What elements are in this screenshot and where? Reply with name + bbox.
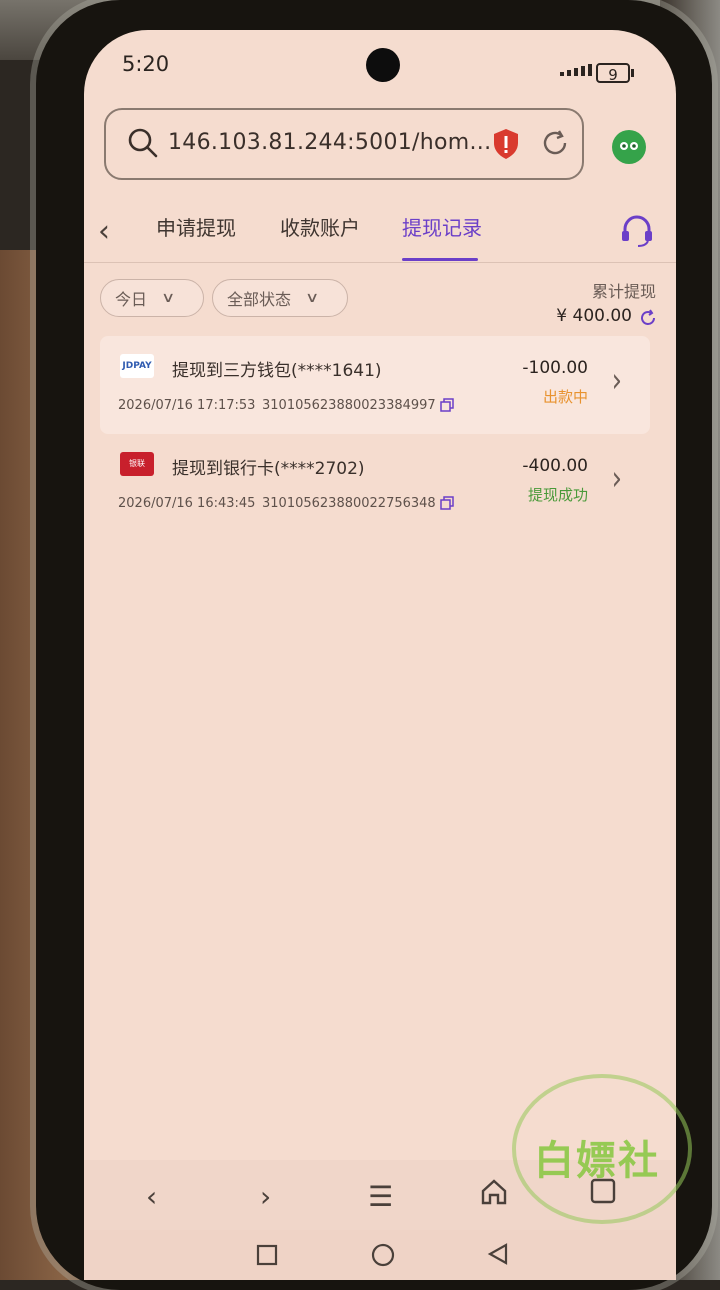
record-title: 提现到三方钱包(****1641) xyxy=(172,361,382,381)
tab-active-indicator xyxy=(402,258,478,261)
extension-icon[interactable] xyxy=(612,130,646,164)
chevron-down-icon: ∨ xyxy=(160,290,176,306)
record-datetime: 2026/07/16 16:43:45 xyxy=(118,496,256,511)
record-amount: -100.00 xyxy=(522,358,588,378)
chevron-right-icon[interactable]: › xyxy=(612,362,622,401)
battery-tip xyxy=(631,69,634,77)
home-icon[interactable] xyxy=(370,1242,396,1272)
browser-menu-icon[interactable]: ☰ xyxy=(368,1180,393,1213)
withdraw-record-row[interactable]: 银联 提现到银行卡(****2702) 2026/07/16 16:43:45 … xyxy=(100,434,650,532)
url-text[interactable]: 146.103.81.244:5001/hom... xyxy=(168,130,491,155)
withdraw-record-row[interactable]: JDPAY 提现到三方钱包(****1641) 2026/07/16 17:17… xyxy=(100,336,650,434)
browser-forward-icon[interactable]: › xyxy=(260,1180,271,1213)
tab-payee-accounts[interactable]: 收款账户 xyxy=(280,212,360,241)
chevron-right-icon[interactable]: › xyxy=(612,460,622,499)
unionpay-icon: 银联 xyxy=(120,452,154,476)
reload-icon[interactable] xyxy=(540,128,570,162)
copy-icon[interactable] xyxy=(440,397,454,416)
chevron-down-icon: ∨ xyxy=(304,290,320,306)
recents-icon[interactable] xyxy=(256,1244,278,1270)
date-filter-dropdown[interactable]: 今日 ∨ xyxy=(100,279,204,317)
tab-withdraw-records[interactable]: 提现记录 xyxy=(402,212,482,241)
jdpay-icon: JDPAY xyxy=(120,354,154,378)
record-order-number: 310105623880022756348 xyxy=(262,496,436,511)
browser-home-icon[interactable] xyxy=(478,1176,510,1212)
tabs-divider xyxy=(84,262,676,263)
shield-warning-icon[interactable] xyxy=(492,128,520,164)
record-status: 提现成功 xyxy=(527,486,588,504)
customer-service-icon[interactable] xyxy=(618,212,656,254)
battery-icon: 9 xyxy=(596,63,630,84)
date-filter-label: 今日 xyxy=(115,290,148,309)
status-time: 5:20 xyxy=(122,52,170,76)
record-status: 出款中 xyxy=(542,388,588,406)
record-datetime: 2026/07/16 17:17:53 xyxy=(118,398,256,413)
battery-level: 9 xyxy=(608,66,618,84)
back-arrow-icon[interactable]: ‹ xyxy=(98,214,110,249)
record-title: 提现到银行卡(****2702) xyxy=(172,459,365,479)
status-filter-label: 全部状态 xyxy=(227,290,292,309)
record-amount: -400.00 xyxy=(522,456,588,476)
record-order-number: 31010562388002338499​7 xyxy=(262,398,436,413)
back-icon[interactable] xyxy=(486,1242,510,1270)
front-camera xyxy=(366,48,400,82)
status-filter-dropdown[interactable]: 全部状态 ∨ xyxy=(212,279,348,317)
refresh-icon[interactable] xyxy=(638,308,658,332)
total-withdraw-amount: ¥ 400.00 xyxy=(556,306,632,326)
browser-back-icon[interactable]: ‹ xyxy=(146,1180,157,1213)
address-bar[interactable]: 146.103.81.244:5001/hom... xyxy=(104,108,584,180)
signal-icon xyxy=(560,64,592,76)
watermark-text: 白嫖社 xyxy=(534,1138,660,1184)
search-icon xyxy=(126,126,160,164)
total-withdraw-label: 累计提现 xyxy=(591,282,656,301)
tab-apply-withdraw[interactable]: 申请提现 xyxy=(156,212,236,241)
copy-icon[interactable] xyxy=(440,495,454,514)
